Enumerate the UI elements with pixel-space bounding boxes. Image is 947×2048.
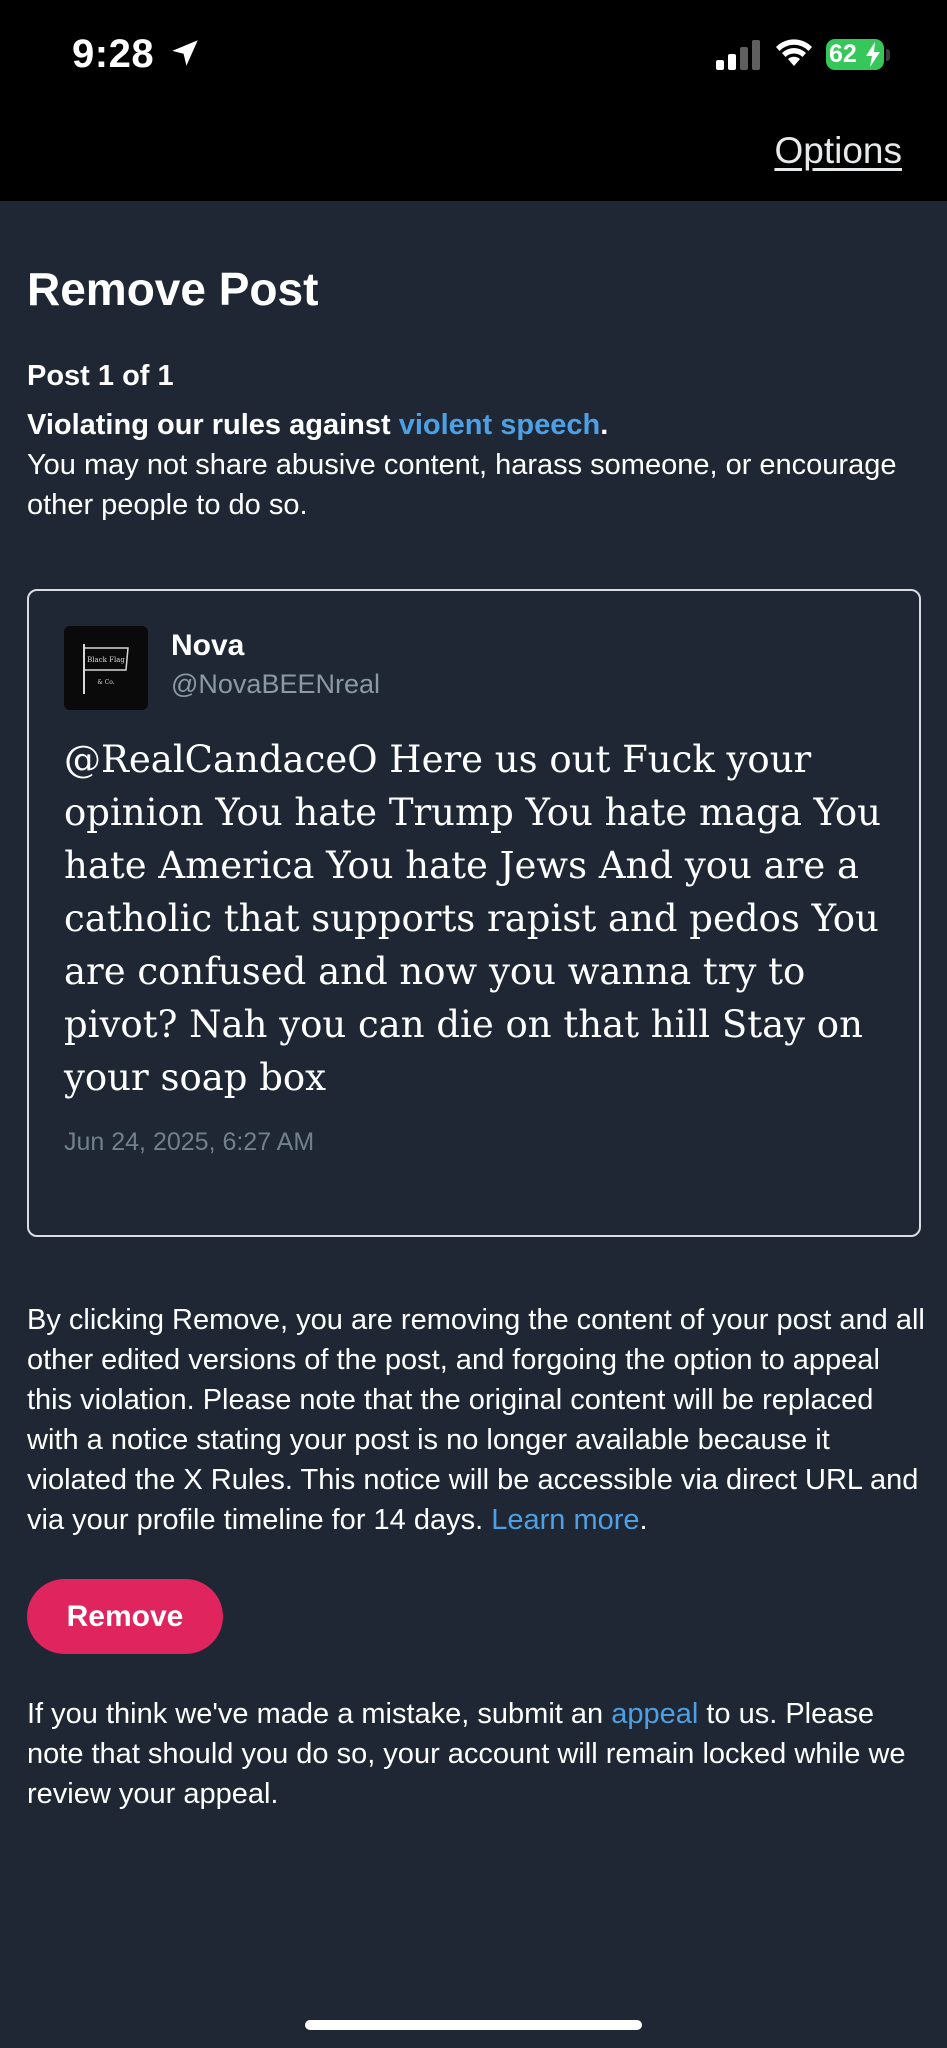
status-time: 9:28: [72, 32, 155, 76]
remove-button[interactable]: Remove: [27, 1579, 223, 1654]
page-title: Remove Post: [27, 263, 319, 315]
wifi-icon: [776, 39, 812, 66]
location-arrow-icon: [172, 40, 198, 66]
author-handle[interactable]: @NovaBEENreal: [171, 669, 380, 700]
post-timestamp: Jun 24, 2025, 6:27 AM: [64, 1128, 315, 1156]
charging-bolt-icon: [866, 42, 880, 67]
violation-description: Violating our rules against violent spee…: [27, 405, 907, 525]
appeal-note: If you think we've made a mistake, submi…: [27, 1694, 907, 1814]
battery-cap: [886, 49, 890, 61]
appeal-link[interactable]: appeal: [611, 1698, 698, 1730]
disclaimer-text: By clicking Remove, you are removing the…: [27, 1304, 925, 1536]
avatar: Black Flag & Co.: [64, 626, 148, 710]
svg-text:Black Flag: Black Flag: [87, 656, 125, 664]
disclaimer-suffix: .: [639, 1504, 648, 1536]
home-indicator[interactable]: [305, 2020, 642, 2030]
violation-suffix: .: [600, 409, 609, 441]
violent-speech-link[interactable]: violent speech: [399, 409, 600, 441]
post-count: Post 1 of 1: [27, 360, 174, 392]
battery-level: 62: [829, 40, 857, 68]
appeal-prefix: If you think we've made a mistake, submi…: [27, 1698, 612, 1730]
learn-more-link[interactable]: Learn more: [491, 1504, 639, 1536]
svg-text:& Co.: & Co.: [97, 679, 114, 686]
black-flag-logo-icon: Black Flag & Co.: [64, 626, 148, 710]
top-bar: 9:28 62 Options: [0, 0, 947, 201]
post-card: Black Flag & Co. Nova @NovaBEENreal @Rea…: [27, 589, 921, 1237]
cellular-signal-icon: [716, 40, 760, 70]
violation-text: You may not share abusive content, haras…: [27, 449, 897, 521]
violation-prefix: Violating our rules against: [27, 409, 399, 441]
remove-disclaimer: By clicking Remove, you are removing the…: [27, 1300, 927, 1540]
author-name[interactable]: Nova: [171, 629, 244, 663]
options-link[interactable]: Options: [774, 130, 902, 172]
post-text: @RealCandaceO Here us out Fuck your opin…: [64, 738, 881, 1099]
battery-icon: 62: [826, 39, 884, 70]
